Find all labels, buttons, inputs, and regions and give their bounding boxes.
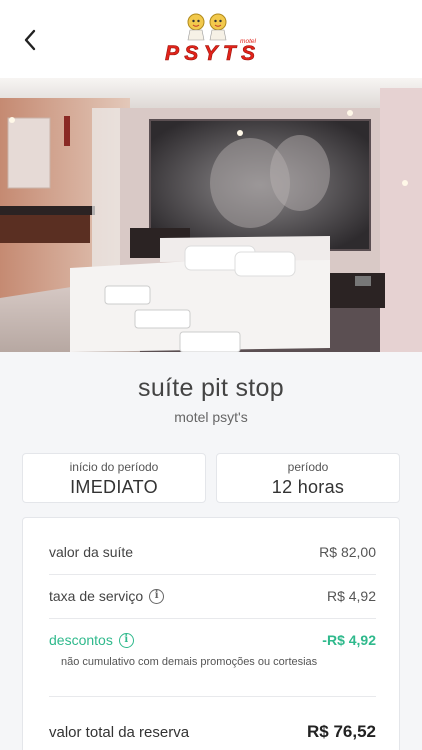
discount-value: -R$ 4,92 <box>322 632 376 648</box>
start-period-card[interactable]: início do período IMEDIATO <box>22 453 206 503</box>
total-label: valor total da reserva <box>49 723 190 741</box>
start-period-label: início do período <box>69 460 159 474</box>
period-label: período <box>287 460 329 474</box>
info-icon[interactable]: i <box>118 632 134 648</box>
service-fee-row: taxa de serviço i R$ 4,92 <box>49 588 376 604</box>
discount-row: descontos i -R$ 4,92 <box>49 632 376 648</box>
suite-price-label: valor da suíte <box>49 544 134 560</box>
service-fee-label-group: taxa de serviço i <box>49 588 165 604</box>
info-icon[interactable]: i <box>149 588 165 604</box>
suite-name: suíte pit stop <box>138 374 284 402</box>
price-summary-card: valor da suíte R$ 82,00 taxa de serviço … <box>22 517 400 750</box>
discount-label-group: descontos i <box>49 632 134 648</box>
divider <box>49 574 376 575</box>
period-value: 12 horas <box>271 477 345 497</box>
suite-price-value: R$ 82,00 <box>319 544 376 560</box>
suite-price-row: valor da suíte R$ 82,00 <box>49 544 376 560</box>
svg-text:PSYTS: PSYTS <box>165 42 255 65</box>
period-card[interactable]: período 12 horas <box>216 453 400 503</box>
start-period-value: IMEDIATO <box>70 477 158 497</box>
discount-label: descontos <box>49 632 113 648</box>
service-fee-label: taxa de serviço <box>49 588 144 604</box>
back-button[interactable] <box>16 24 44 56</box>
divider <box>49 696 376 697</box>
discount-note: não cumulativo com demais promoções ou c… <box>61 656 318 668</box>
service-fee-value: R$ 4,92 <box>326 588 376 604</box>
motel-name: motel psyt's <box>174 409 248 425</box>
suite-title-block: suíte pit stop motel psyt's <box>0 374 422 425</box>
total-value: R$ 76,52 <box>307 722 376 741</box>
app-header: motel PSYTS <box>0 0 422 78</box>
suite-photo <box>0 78 422 352</box>
motel-logo: motel PSYTS <box>165 13 256 65</box>
total-row: valor total da reserva R$ 76,52 <box>49 722 376 742</box>
divider <box>49 618 376 619</box>
chevron-left-icon <box>24 29 36 51</box>
suite-photo-carousel[interactable] <box>0 78 422 352</box>
